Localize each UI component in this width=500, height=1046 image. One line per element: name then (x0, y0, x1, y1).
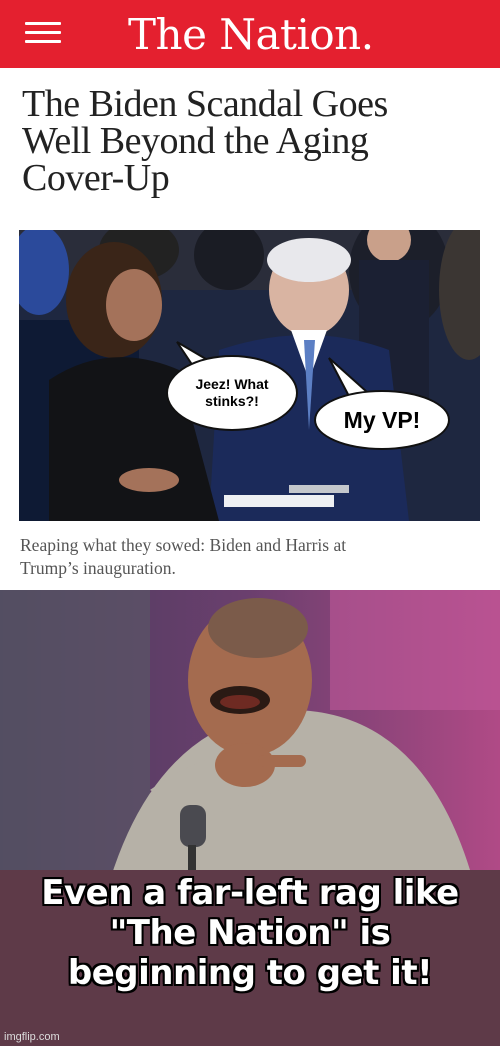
hamburger-menu-icon[interactable] (25, 22, 61, 44)
headline-line-2: Well Beyond the Aging (22, 120, 369, 162)
meme-caption: Even a far-left rag like "The Nation" is… (0, 873, 500, 993)
article-headline: The Biden Scandal Goes Well Beyond the A… (22, 83, 462, 199)
caption-line-1: Reaping what they sowed: Biden and Harri… (20, 535, 347, 555)
site-logo[interactable]: The Nation. (128, 10, 374, 59)
meme-panel: Even a far-left rag like "The Nation" is… (0, 590, 500, 1046)
imgflip-watermark: imgflip.com (4, 1031, 60, 1043)
speech-bubble-left: Jeez! What stinks?! (166, 355, 298, 431)
site-header: The Nation. (0, 0, 500, 68)
photo-caption: Reaping what they sowed: Biden and Harri… (20, 534, 460, 580)
meme-line-3: beginning to get it! (67, 953, 433, 993)
article-photo: Jeez! What stinks?! My VP! (19, 230, 480, 521)
bubble-left-line-2: stinks?! (205, 393, 259, 409)
meme-line-2: "The Nation" is (109, 913, 391, 953)
bubble-left-line-1: Jeez! What (195, 376, 269, 392)
meme-line-1: Even a far-left rag like (41, 873, 459, 913)
headline-line-1: The Biden Scandal Goes (22, 83, 388, 125)
caption-line-2: Trump’s inauguration. (20, 558, 176, 578)
headline-line-3: Cover-Up (22, 157, 170, 199)
speech-bubble-right: My VP! (314, 390, 450, 450)
